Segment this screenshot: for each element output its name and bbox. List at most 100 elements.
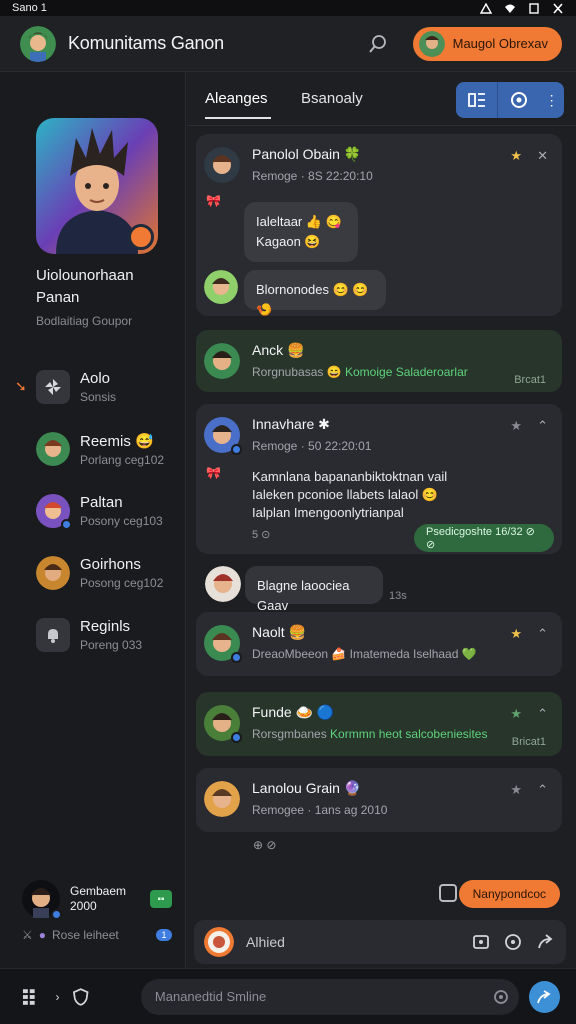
chevron-up-icon[interactable]: ⌃ — [537, 626, 548, 642]
chevron-up-icon[interactable]: ⌃ — [537, 418, 548, 434]
send-button[interactable] — [528, 980, 561, 1013]
active-arrow-icon: ➘ — [15, 378, 27, 394]
message-meta: DreaoMbeeon 🍰 — [252, 647, 347, 661]
tab-aleanges[interactable]: Aleanges — [205, 90, 268, 107]
chevron-up-icon[interactable]: ⌃ — [537, 782, 548, 798]
reply-time: 13s — [389, 590, 407, 602]
chevron-up-icon[interactable]: ⌃ — [537, 706, 548, 722]
close-icon — [553, 2, 563, 14]
search-button[interactable] — [363, 29, 393, 59]
sidebar-list: ➘ Aolo Sonsis Reemis 😅 Porlang ceg102 Pa… — [0, 356, 186, 666]
avatar — [204, 146, 240, 183]
message-time: Brcat1 — [514, 374, 546, 386]
message-card[interactable]: ★ ⌃ Naolt 🍔 DreaoMbeeon 🍰 Imatemeda Isel… — [196, 612, 562, 676]
search-icon — [368, 34, 386, 53]
composer-input[interactable]: Alhied — [246, 934, 472, 950]
tab-actions: ⋮ — [456, 82, 564, 118]
wifi-icon — [505, 4, 515, 13]
bottom-input-placeholder: Mananedtid Smline — [154, 989, 267, 1004]
app-avatar[interactable] — [20, 25, 56, 62]
user-status-text: Rose leiheet — [52, 928, 119, 942]
composer: Alhied — [194, 920, 566, 964]
attachment-icon[interactable] — [439, 884, 457, 902]
tab-bar: Aleanges Bsanoaly ⋮ — [187, 72, 576, 126]
bottom-search-input[interactable]: Mananedtid Smline — [140, 978, 519, 1015]
separator-dot: › — [55, 989, 60, 1004]
close-icon[interactable]: ✕ — [537, 148, 548, 164]
avatar — [204, 780, 240, 817]
sidebar-item-label: Aolo — [80, 370, 111, 387]
new-post-button[interactable]: Nanypondcoc — [458, 880, 560, 908]
sidebar: Uiolounorhaan Panan Bodlaitiag Goupor ➘ … — [0, 72, 186, 968]
top-bar: Komunitams Ganon Maugol Obrexav — [0, 16, 576, 72]
star-icon[interactable]: ★ — [510, 782, 522, 798]
avatar — [204, 342, 240, 379]
hero-name: Uiolounorhaan Panan — [36, 267, 134, 306]
user-avatar[interactable] — [22, 880, 62, 920]
bell-icon — [36, 618, 70, 652]
star-icon[interactable]: ★ — [510, 706, 522, 722]
sidebar-item-label: Paltan — [80, 494, 123, 511]
status-bar: Sano 1 — [0, 0, 576, 16]
message-meta: Remoge · 50 22:20:01 — [252, 439, 372, 453]
tab-bsanoaly[interactable]: Bsanoaly — [301, 90, 363, 107]
sidebar-item-reemis[interactable]: Reemis 😅 Porlang ceg102 — [0, 418, 186, 480]
sidebar-item-sub: Posong ceg102 — [80, 576, 164, 590]
profile-label: Maugol Obrexav — [452, 36, 548, 51]
star-icon[interactable]: ★ — [510, 148, 522, 164]
reply-bubble: Blagne laoociea Gaav — [245, 566, 383, 613]
message-card[interactable]: Anck 🍔 Rorgnubasas 😄 Komoige Saladeroarl… — [196, 330, 562, 392]
page-title: Komunitams Ganon — [68, 33, 224, 53]
online-dot — [231, 651, 242, 663]
hero-image[interactable] — [36, 118, 158, 254]
message-meta: Remoge · 8S 22:20:10 — [252, 169, 373, 183]
star-icon[interactable]: ★ — [510, 626, 522, 642]
main-panel: Aleanges Bsanoaly ⋮ ★ ✕ Panolol Obain 🍀 — [187, 72, 576, 968]
online-dot — [61, 519, 72, 530]
user-name: Gembaem — [70, 884, 127, 898]
sidebar-item-reginls[interactable]: Reginls Poreng 033 — [0, 604, 186, 666]
filter-icon — [467, 93, 485, 107]
grid-icon[interactable] — [22, 988, 41, 1006]
message-card[interactable]: ★ ✕ Panolol Obain 🍀 Remoge · 8S 22:20:10… — [196, 134, 562, 317]
message-card[interactable]: ★ ⌃ Lanolou Grain 🔮 Remogee · 1ans ag 20… — [196, 768, 562, 832]
sidebar-item-paltan[interactable]: Paltan Posony ceg103 — [0, 480, 186, 542]
emoji-button[interactable] — [498, 82, 539, 118]
more-button[interactable]: ⋮ — [539, 82, 564, 118]
online-dot — [231, 443, 242, 455]
sidebar-item-sub: Poreng 033 — [80, 638, 143, 652]
sidebar-item-sub: Porlang ceg102 — [80, 452, 165, 467]
avatar — [204, 704, 242, 743]
avatar — [36, 556, 70, 590]
user-sub: 2000 — [70, 899, 97, 913]
bottom-reactions: ⊕ ⊘ — [253, 838, 277, 852]
bottom-bar: › Mananedtid Smline — [0, 968, 576, 1024]
settings-icon[interactable] — [493, 989, 509, 1005]
message-author: Funde 🍛 🔵 — [252, 704, 335, 720]
profile-button[interactable]: Maugol Obrexav — [412, 26, 562, 61]
smile-icon — [510, 92, 527, 108]
image-icon[interactable] — [472, 933, 490, 951]
sidebar-item-sub: Posony ceg103 — [80, 514, 163, 528]
sidebar-item-label: Reginls — [80, 618, 131, 635]
swords-icon: ⚔ — [22, 928, 33, 942]
status-pill[interactable]: Psedicgoshte 16/32 ⊘ ⊘ — [414, 524, 554, 552]
status-time: Sano 1 — [12, 2, 47, 14]
tab-active-indicator — [205, 117, 271, 119]
share-icon[interactable] — [536, 933, 554, 951]
status-badge[interactable]: ▪▪ — [150, 890, 172, 908]
emoji-icon[interactable] — [504, 933, 522, 951]
message-card[interactable]: ★ ⌃ Funde 🍛 🔵 Rorsgmbanes Kormmn heot sa… — [196, 692, 562, 756]
star-icon[interactable]: ★ — [510, 418, 522, 434]
sidebar-item-aolo[interactable]: ➘ Aolo Sonsis — [0, 356, 186, 418]
shield-icon[interactable] — [71, 987, 90, 1007]
sidebar-item-label: Reemis 😅 — [80, 432, 154, 450]
sidebar-item-label: Goirhons — [80, 556, 141, 573]
message-author: Innavhare ✱ — [252, 416, 330, 432]
filter-button[interactable] — [456, 82, 497, 118]
reply-bubble: Blornonodes 😊 😊 🍤 — [244, 270, 386, 317]
send-icon — [537, 989, 552, 1003]
message-highlight: Kormmn heot salcobeniesites — [330, 727, 488, 741]
sidebar-item-goirhons[interactable]: Goirhons Posong ceg102 — [0, 542, 186, 604]
message-author: Panolol Obain 🍀 — [252, 146, 362, 162]
